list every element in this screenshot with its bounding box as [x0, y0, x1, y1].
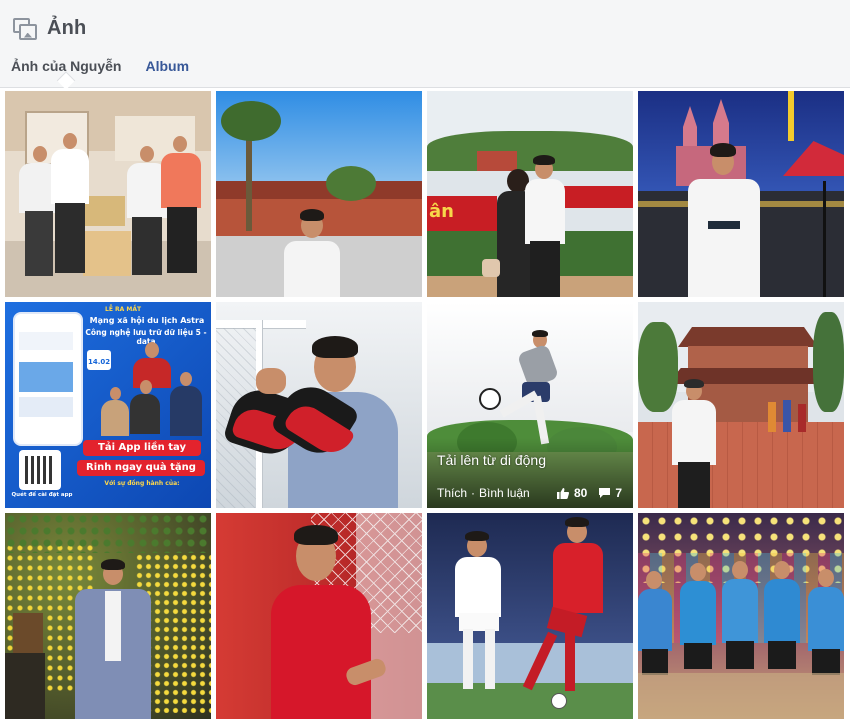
tab-user-photos[interactable]: Ảnh của Nguyễn: [11, 58, 121, 90]
action-separator: ·: [471, 486, 476, 500]
ad-launch-text: LỄ RA MẮT: [105, 306, 142, 313]
photo-thumbnail[interactable]: [5, 91, 211, 297]
ad-date: 14.02: [88, 358, 111, 366]
photos-header: Ảnh Ảnh của Nguyễn Album: [0, 0, 850, 90]
upload-source-caption[interactable]: Tải lên từ di động: [437, 452, 546, 468]
comment-bubble-icon: [599, 488, 611, 498]
photo-actions: Thích · Bình luận: [437, 486, 530, 500]
photo-thumbnail[interactable]: [638, 302, 844, 508]
page-title[interactable]: Ảnh: [47, 17, 86, 40]
like-count[interactable]: 80: [574, 486, 587, 500]
photo-grid: ân LỄ RA MẮT Mạng xã hội du lịch Astra C…: [5, 91, 844, 719]
tab-albums-label: Album: [145, 58, 190, 74]
ad-companion: Với sự đồng hành của:: [104, 480, 180, 487]
photo-tabs: Ảnh của Nguyễn Album: [11, 58, 213, 90]
active-tab-caret: [57, 71, 76, 90]
photos-icon: [13, 17, 37, 40]
photo-thumbnail[interactable]: [5, 513, 211, 719]
ad-cta-1: Tải App liền tay: [98, 442, 186, 453]
ad-qr-label: Quét để cài đặt app: [11, 492, 73, 498]
photo-thumbnail[interactable]: [216, 513, 422, 719]
photo-thumbnail[interactable]: [638, 91, 844, 297]
comment-link[interactable]: Bình luận: [479, 486, 530, 500]
photo-thumbnail[interactable]: [216, 302, 422, 508]
header-title-row: Ảnh: [13, 17, 86, 40]
photo-thumbnail-hovered[interactable]: Tải lên từ di động Thích · Bình luận 80 …: [427, 302, 633, 508]
ad-headline-1: Mạng xã hội du lịch Astra: [89, 316, 205, 325]
photo-thumbnail[interactable]: [427, 513, 633, 719]
like-link[interactable]: Thích: [437, 486, 467, 500]
photo-thumbnail[interactable]: ân: [427, 91, 633, 297]
tab-albums[interactable]: Album: [145, 58, 189, 84]
photo-thumbnail[interactable]: [216, 91, 422, 297]
photo-thumbnail[interactable]: LỄ RA MẮT Mạng xã hội du lịch Astra Công…: [5, 302, 211, 508]
ad-headline-2: Công nghệ lưu trữ dữ liệu 5 - data: [85, 328, 207, 346]
like-thumb-icon: [556, 487, 569, 499]
photo-thumbnail[interactable]: [638, 513, 844, 719]
photo-counts: 80 7: [556, 486, 622, 500]
comment-count[interactable]: 7: [615, 486, 622, 500]
ad-cta-2: Rinh ngay quà tặng: [86, 462, 196, 473]
